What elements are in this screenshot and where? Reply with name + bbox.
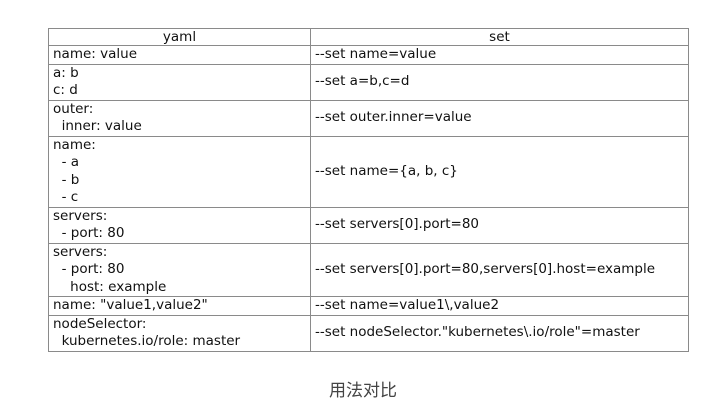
comparison-table-wrap: yaml set name: value --set name=value a:… bbox=[48, 28, 689, 352]
table-header-row: yaml set bbox=[48, 28, 689, 46]
yaml-cell: servers: - port: 80 host: example bbox=[48, 242, 311, 297]
set-cell: --set name=value1\,value2 bbox=[310, 296, 689, 316]
table-row: name: "value1,value2" --set name=value1\… bbox=[48, 296, 689, 316]
table-row: nodeSelector: kubernetes.io/role: master… bbox=[48, 314, 689, 352]
set-cell: --set name={a, b, c} bbox=[310, 135, 689, 208]
header-set: set bbox=[310, 28, 689, 46]
table-row: outer: inner: value --set outer.inner=va… bbox=[48, 99, 689, 137]
yaml-cell: a: b c: d bbox=[48, 63, 311, 101]
yaml-cell: name: value bbox=[48, 45, 311, 65]
table-row: name: - a - b - c --set name={a, b, c} bbox=[48, 135, 689, 208]
set-cell: --set servers[0].port=80 bbox=[310, 206, 689, 244]
yaml-cell: servers: - port: 80 bbox=[48, 206, 311, 244]
yaml-cell: name: "value1,value2" bbox=[48, 296, 311, 316]
table-row: servers: - port: 80 --set servers[0].por… bbox=[48, 206, 689, 244]
set-cell: --set a=b,c=d bbox=[310, 63, 689, 101]
set-cell: --set nodeSelector."kubernetes\.io/role"… bbox=[310, 314, 689, 352]
header-yaml: yaml bbox=[48, 28, 311, 46]
table-row: a: b c: d --set a=b,c=d bbox=[48, 63, 689, 101]
yaml-cell: outer: inner: value bbox=[48, 99, 311, 137]
yaml-cell: nodeSelector: kubernetes.io/role: master bbox=[48, 314, 311, 352]
set-cell: --set name=value bbox=[310, 45, 689, 65]
yaml-cell: name: - a - b - c bbox=[48, 135, 311, 208]
table-row: servers: - port: 80 host: example --set … bbox=[48, 242, 689, 297]
set-cell: --set outer.inner=value bbox=[310, 99, 689, 137]
table-row: name: value --set name=value bbox=[48, 45, 689, 65]
set-cell: --set servers[0].port=80,servers[0].host… bbox=[310, 242, 689, 297]
comparison-table: yaml set name: value --set name=value a:… bbox=[48, 28, 689, 352]
figure-caption: 用法对比 bbox=[329, 381, 397, 401]
